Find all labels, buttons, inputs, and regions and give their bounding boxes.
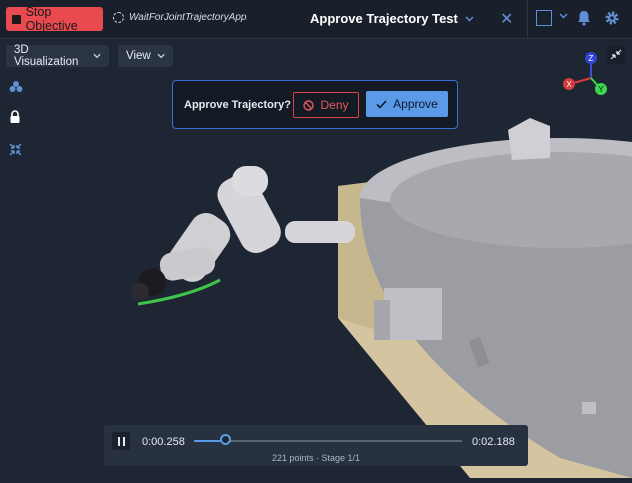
view-menu-label: View — [126, 50, 151, 62]
wait-status-label: WaitForJointTrajectoryApproval — [129, 12, 247, 23]
stop-objective-button[interactable]: Stop Objective — [6, 5, 103, 33]
deny-button[interactable]: Deny — [293, 92, 359, 118]
mount-block — [384, 288, 442, 340]
gizmo-z-label: Z — [589, 54, 594, 63]
current-time: 0:00.258 — [142, 436, 185, 448]
axis-gizmo: Z X Y — [563, 52, 607, 95]
deny-label: Deny — [320, 98, 349, 112]
wait-status: WaitForJointTrajectoryApproval — [113, 12, 247, 23]
layout-icon[interactable] — [536, 10, 552, 26]
bell-icon[interactable] — [577, 10, 591, 26]
fullscreen-collapse-icon[interactable] — [607, 46, 625, 64]
stop-objective-label: Stop Objective — [25, 5, 78, 33]
approve-label: Approve — [393, 97, 438, 111]
end-time: 0:02.188 — [472, 436, 515, 448]
divider — [527, 0, 528, 38]
chevron-down-icon — [93, 53, 101, 59]
objective-title-dropdown[interactable]: Approve Trajectory Test — [310, 11, 474, 26]
chevron-down-icon — [465, 16, 474, 21]
gizmo-x-label: X — [566, 80, 572, 89]
objective-title: Approve Trajectory Test — [310, 11, 458, 26]
check-icon — [376, 99, 387, 109]
view-menu-dropdown[interactable]: View — [118, 45, 173, 67]
pause-icon — [117, 436, 120, 446]
chevron-down-icon[interactable] — [559, 13, 568, 19]
robot-arm — [131, 166, 355, 301]
view-mode-dropdown[interactable]: 3D Visualization — [6, 44, 109, 68]
block-top — [508, 118, 550, 160]
chevron-down-icon — [157, 53, 165, 59]
approve-trajectory-dialog: Approve Trajectory? Deny Approve — [172, 80, 458, 129]
approve-button[interactable]: Approve — [366, 91, 448, 117]
spinner-icon — [113, 12, 124, 23]
playback-bar: 0:00.258 0:02.188 221 points · Stage 1/1 — [104, 425, 528, 466]
collapse-icon[interactable] — [9, 143, 22, 156]
timeline-thumb[interactable] — [219, 434, 231, 445]
close-icon[interactable]: ✕ — [500, 9, 513, 29]
cluster-icon[interactable] — [9, 80, 23, 93]
gizmo-y-label: Y — [598, 85, 604, 94]
playback-info: 221 points · Stage 1/1 — [271, 453, 361, 463]
dialog-question: Approve Trajectory? — [184, 99, 291, 111]
top-bar: Stop Objective WaitForJointTrajectoryApp… — [0, 0, 632, 39]
view-mode-label: 3D Visualization — [14, 44, 79, 68]
lock-icon[interactable] — [9, 110, 21, 124]
deny-icon — [303, 99, 315, 111]
gear-icon[interactable] — [604, 10, 620, 26]
timeline-slider[interactable] — [194, 434, 462, 445]
pause-button[interactable] — [112, 432, 130, 450]
stop-icon — [12, 14, 21, 24]
